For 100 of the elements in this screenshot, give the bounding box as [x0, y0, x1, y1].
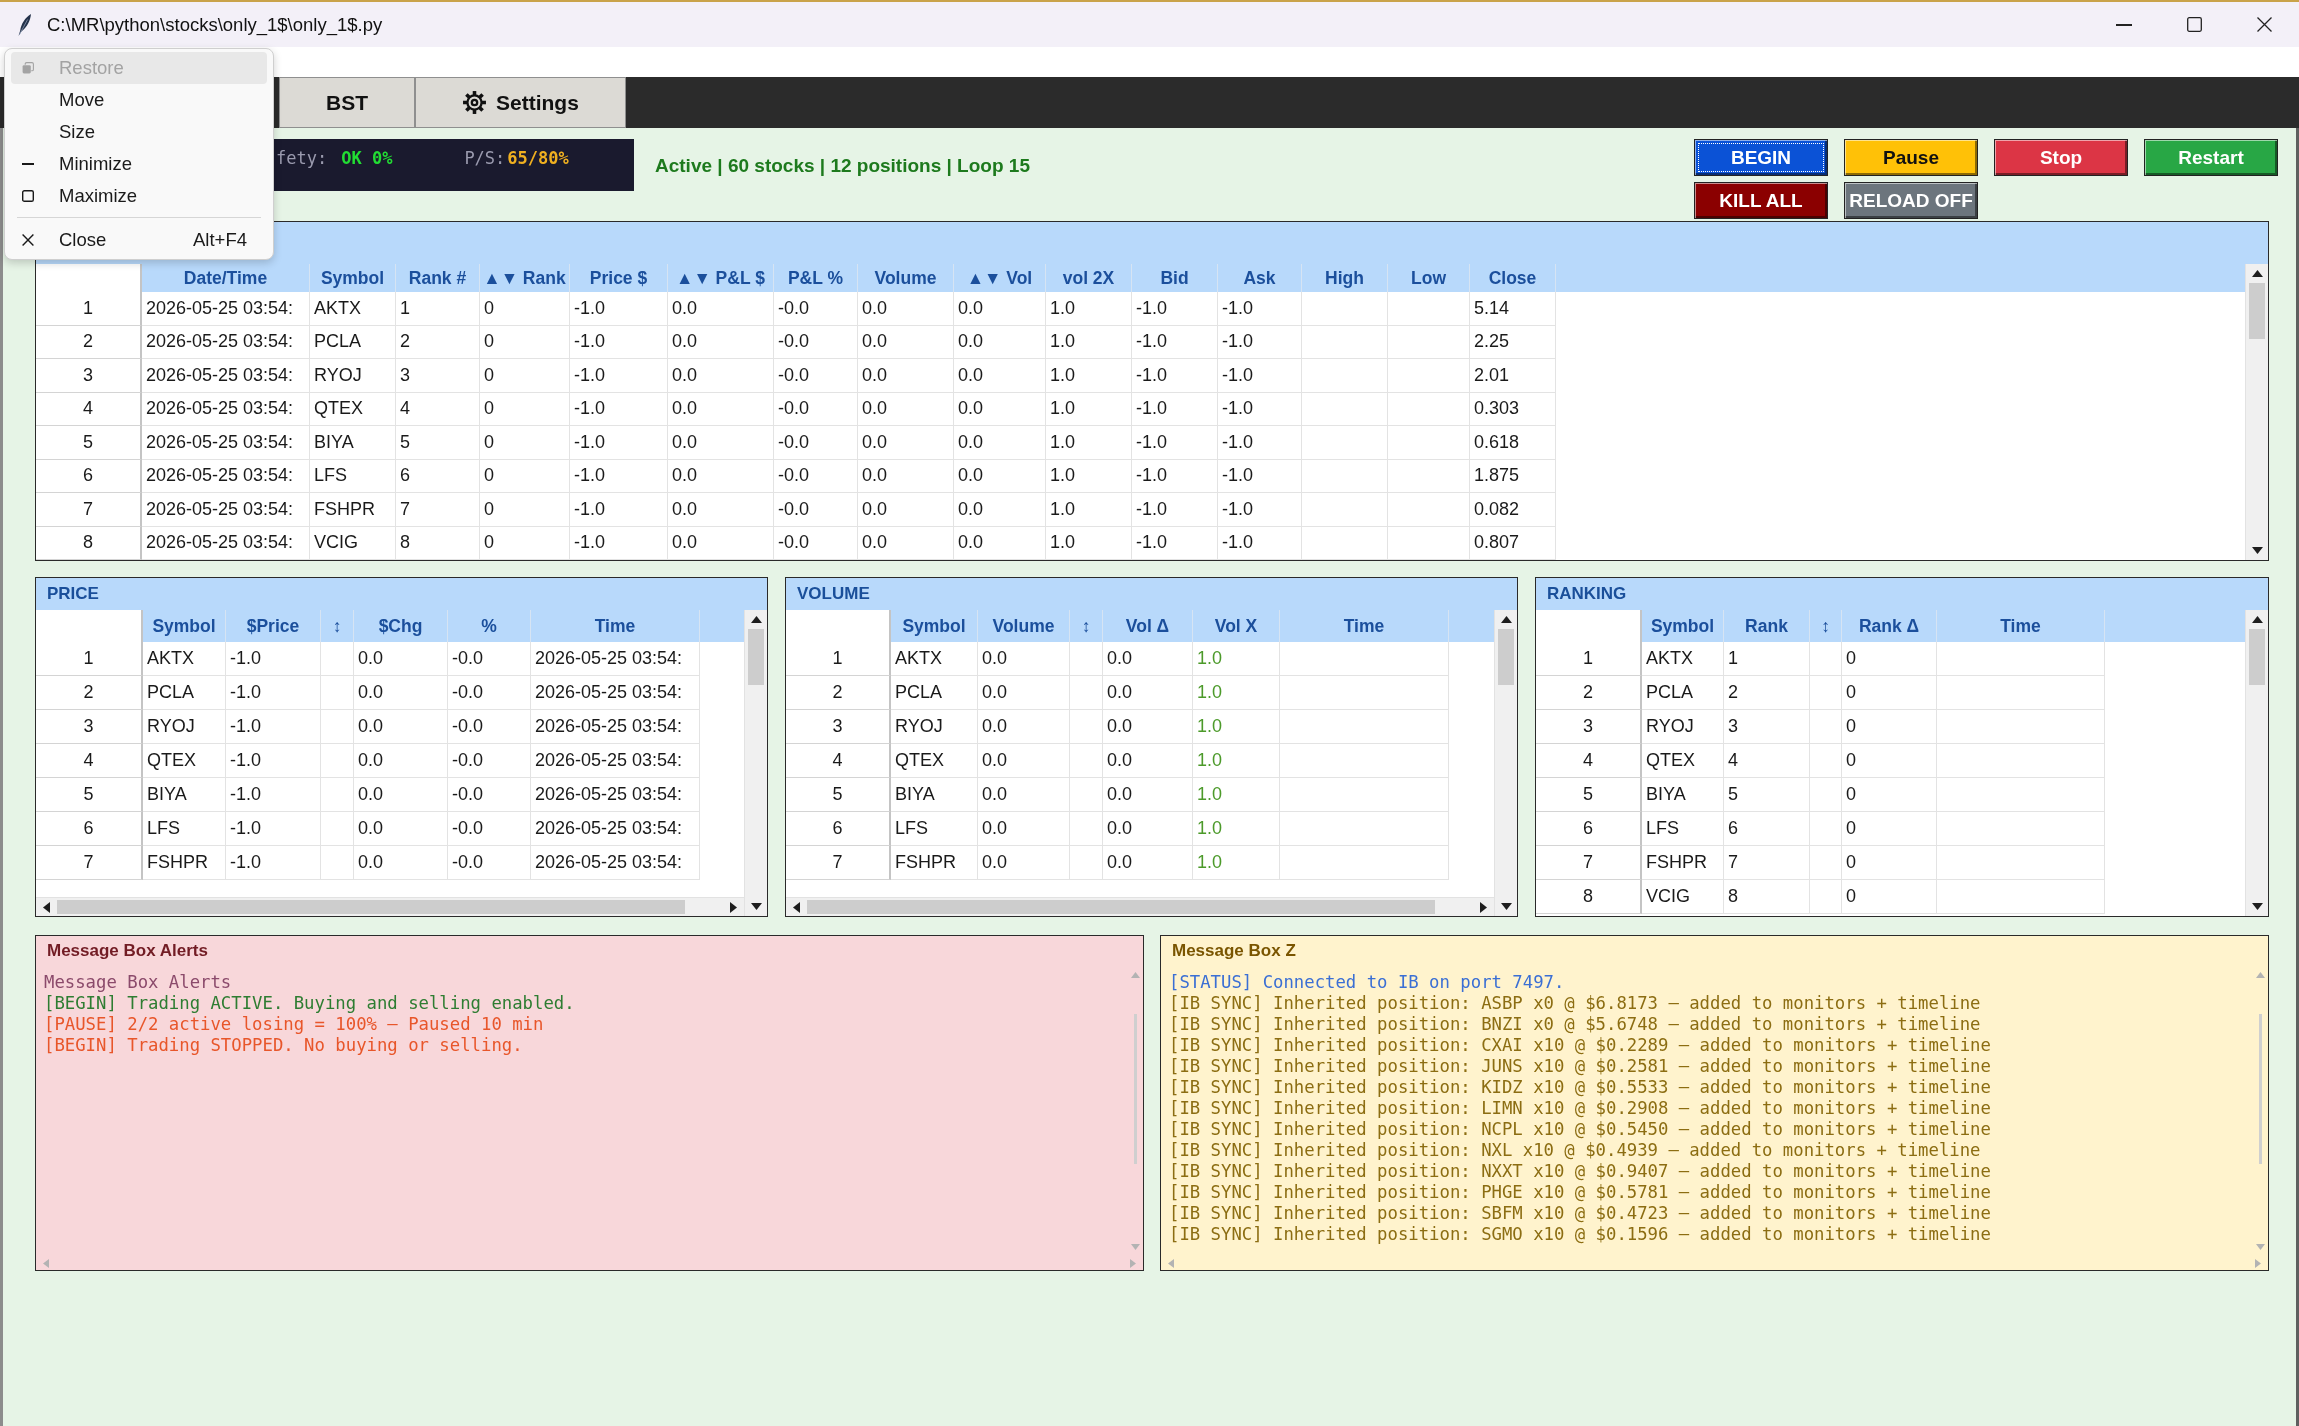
table-cell: -0.0 — [774, 325, 858, 359]
column-header[interactable]: Symbol — [1642, 610, 1724, 642]
table-cell — [1810, 710, 1842, 744]
vertical-scrollbar[interactable] — [2245, 264, 2268, 560]
scrollbar-thumb[interactable] — [2258, 1014, 2262, 1164]
log-line: [IB SYNC] Inherited position: NXL x10 @ $0.4939 — added to monitors + timeline — [1169, 1140, 1982, 1161]
column-header[interactable]: Vol X — [1193, 610, 1280, 642]
vertical-scrollbar[interactable] — [744, 610, 767, 916]
down-arrow-icon[interactable] — [2251, 547, 2263, 554]
action-button[interactable]: KILL ALL — [1694, 182, 1828, 219]
log-line: Message Box Alerts — [44, 972, 233, 993]
table-cell: 0.0 — [978, 744, 1070, 778]
tab[interactable]: Settings — [415, 77, 626, 128]
table-cell: RYOJ — [310, 359, 396, 393]
horizontal-scrollbar[interactable] — [786, 897, 1494, 916]
table-cell: AKTX — [310, 292, 396, 326]
table-cell: 0.0 — [354, 676, 448, 710]
down-arrow-icon[interactable] — [750, 903, 762, 910]
minimize-icon — [2116, 23, 2132, 26]
down-arrow-icon[interactable] — [2251, 903, 2263, 910]
column-header[interactable]: Bid — [1132, 264, 1218, 292]
right-arrow-icon[interactable] — [1480, 901, 1487, 913]
column-header[interactable]: vol 2X — [1046, 264, 1132, 292]
table-cell: -0.0 — [448, 642, 531, 676]
column-header[interactable]: Time — [1937, 610, 2105, 642]
down-arrow-icon[interactable] — [1500, 903, 1512, 910]
table-cell: 2.25 — [1470, 325, 1556, 359]
column-header[interactable]: Symbol — [891, 610, 978, 642]
table-cell: LFS — [310, 459, 396, 493]
column-header[interactable]: Date/Time — [142, 264, 310, 292]
scrollbar-thumb[interactable] — [57, 900, 685, 914]
up-arrow-icon[interactable] — [2251, 270, 2263, 277]
scrollbar-thumb[interactable] — [1498, 629, 1514, 685]
scrollbar-thumb[interactable] — [807, 900, 1435, 914]
table-cell: 0.0 — [978, 642, 1070, 676]
menu-item[interactable]: Minimize — [11, 148, 267, 180]
up-arrow-icon[interactable] — [1500, 616, 1512, 623]
scrollbar-thumb[interactable] — [1133, 1014, 1137, 1164]
row-number: 7 — [36, 493, 142, 527]
up-arrow-icon[interactable] — [750, 616, 762, 623]
column-header[interactable]: ▲▼ P&L $ — [668, 264, 774, 292]
vertical-scrollbar[interactable] — [2245, 610, 2268, 916]
column-header[interactable]: Time — [1280, 610, 1449, 642]
column-header[interactable]: Price $ — [570, 264, 668, 292]
row-number: 5 — [36, 426, 142, 460]
left-arrow-icon[interactable] — [793, 901, 800, 913]
menu-item[interactable]: Move — [11, 84, 267, 116]
menu-item[interactable]: Maximize — [11, 180, 267, 212]
vertical-scrollbar[interactable] — [1494, 610, 1517, 916]
column-header[interactable]: Close — [1470, 264, 1556, 292]
action-button[interactable]: Restart — [2144, 139, 2278, 176]
column-header[interactable]: $Price — [226, 610, 321, 642]
column-header[interactable]: % — [448, 610, 531, 642]
horizontal-scrollbar[interactable] — [36, 897, 744, 916]
table-cell: 0 — [1842, 880, 1937, 914]
ps-value: 65/80% — [507, 148, 569, 168]
right-arrow-icon[interactable] — [730, 901, 737, 913]
panel-title: Message Box Alerts — [46, 940, 209, 962]
column-header[interactable]: High — [1302, 264, 1388, 292]
left-arrow-icon[interactable] — [43, 901, 50, 913]
menu-item[interactable]: Size — [11, 116, 267, 148]
action-button[interactable]: Pause — [1844, 139, 1978, 176]
menu-item[interactable]: Close Alt+F4 — [11, 224, 267, 256]
row-number: 4 — [1536, 744, 1642, 778]
column-header[interactable]: Volume — [858, 264, 954, 292]
table-cell: 1.0 — [1046, 493, 1132, 527]
column-header[interactable]: Symbol — [143, 610, 226, 642]
ps-label: P/S: — [464, 148, 506, 168]
column-header[interactable]: P&L % — [774, 264, 858, 292]
column-header[interactable]: ↕ — [321, 610, 354, 642]
table-cell: 0.0 — [1103, 676, 1193, 710]
column-header[interactable]: $Chg — [354, 610, 448, 642]
column-header[interactable]: ↕ — [1070, 610, 1103, 642]
log-line: [IB SYNC] Inherited position: SGMO x10 @ $0.1596 — added to monitors + timeline — [1169, 1224, 1992, 1245]
action-button[interactable]: RELOAD OFF — [1844, 182, 1978, 219]
column-header[interactable]: Vol Δ — [1103, 610, 1193, 642]
table-cell: -1.0 — [226, 710, 321, 744]
tab[interactable]: BST — [279, 77, 415, 128]
column-header[interactable]: ▲▼ Rank — [480, 264, 570, 292]
column-header[interactable]: Time — [531, 610, 700, 642]
column-header[interactable]: Ask — [1218, 264, 1302, 292]
action-button[interactable]: Stop — [1994, 139, 2128, 176]
column-header[interactable]: ↕ — [1810, 610, 1842, 642]
column-header[interactable]: Rank # — [396, 264, 480, 292]
column-header[interactable]: Rank Δ — [1842, 610, 1937, 642]
table-cell: 0.0 — [954, 526, 1046, 560]
action-button[interactable]: BEGIN — [1694, 139, 1828, 176]
column-header[interactable]: Rank — [1724, 610, 1810, 642]
up-arrow-icon[interactable] — [2251, 616, 2263, 623]
table-cell: 2026-05-25 03:54: — [142, 459, 310, 493]
column-header[interactable]: ▲▼ Vol — [954, 264, 1046, 292]
scrollbar-thumb[interactable] — [2249, 283, 2265, 339]
column-header[interactable]: Low — [1388, 264, 1470, 292]
table-cell: -1.0 — [1218, 292, 1302, 326]
column-header[interactable]: Volume — [978, 610, 1070, 642]
scrollbar-thumb[interactable] — [2249, 629, 2265, 685]
column-header[interactable]: Symbol — [310, 264, 396, 292]
close-icon — [22, 234, 34, 246]
table-cell: -1.0 — [1132, 426, 1218, 460]
scrollbar-thumb[interactable] — [748, 629, 764, 685]
